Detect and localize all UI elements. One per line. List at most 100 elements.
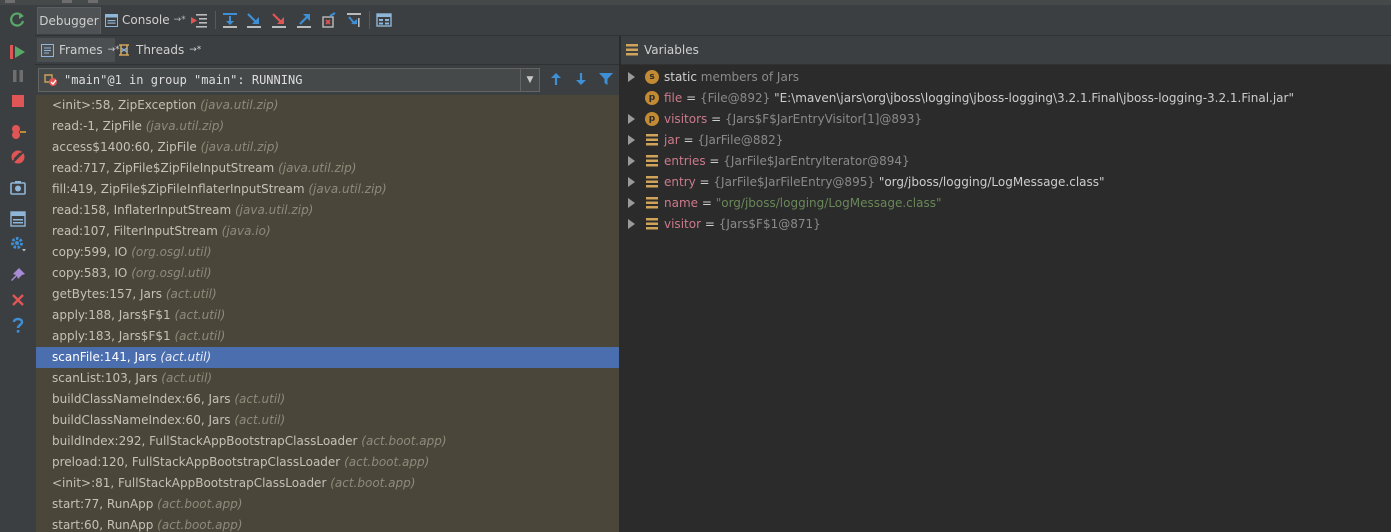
frame-row[interactable]: start:60, RunApp (act.boot.app) <box>36 515 619 532</box>
frame-row[interactable]: apply:188, Jars$F$1 (act.util) <box>36 305 619 326</box>
frame-row[interactable]: access$1400:60, ZipFile (java.util.zip) <box>36 137 619 158</box>
run-to-cursor-icon[interactable] <box>345 11 363 29</box>
frame-row[interactable]: buildClassNameIndex:60, Jars (act.util) <box>36 410 619 431</box>
frame-row[interactable]: scanFile:141, Jars (act.util) <box>36 347 619 368</box>
pin-tab-icon[interactable] <box>9 266 27 284</box>
frame-package: (java.util.zip) <box>278 161 357 175</box>
frame-method: scanList:103, Jars <box>52 371 158 385</box>
tab-debugger[interactable]: Debugger <box>37 7 101 34</box>
variable-value: "org/jboss/logging/LogMessage.class" <box>878 174 1105 189</box>
tab-debugger-label: Debugger <box>39 14 99 28</box>
help-icon[interactable] <box>9 316 27 334</box>
variable-reference: {Jars$F$JarEntryVisitor[1]@893} <box>724 111 922 126</box>
tab-console-pin: →* <box>173 15 186 25</box>
expand-arrow-icon[interactable] <box>623 176 639 187</box>
local-variable-icon <box>645 133 659 147</box>
expand-arrow-icon[interactable] <box>623 71 639 82</box>
frame-method: preload:120, FullStackAppBootstrapClassL… <box>52 455 341 469</box>
frame-method: <init>:58, ZipException <box>52 98 197 112</box>
frame-row[interactable]: buildClassNameIndex:66, Jars (act.util) <box>36 389 619 410</box>
expand-arrow-icon[interactable] <box>623 218 639 229</box>
variables-icon <box>626 44 638 56</box>
frame-row[interactable]: apply:183, Jars$F$1 (act.util) <box>36 326 619 347</box>
pause-program-icon[interactable] <box>9 67 27 85</box>
frame-method: access$1400:60, ZipFile <box>52 140 197 154</box>
frame-row[interactable]: scanList:103, Jars (act.util) <box>36 368 619 389</box>
variable-row[interactable]: jar = {JarFile@882} <box>621 129 783 150</box>
frame-row[interactable]: getBytes:157, Jars (act.util) <box>36 284 619 305</box>
variable-row[interactable]: p visitors = {Jars$F$JarEntryVisitor[1]@8… <box>621 108 922 129</box>
force-step-into-icon[interactable] <box>270 11 288 29</box>
evaluate-expression-icon[interactable] <box>375 11 393 29</box>
field-badge-icon: p <box>645 90 659 105</box>
thread-selector-dropdown[interactable]: "main"@1 in group "main": RUNNING ▼ <box>38 68 540 92</box>
stop-icon[interactable] <box>9 92 27 110</box>
frame-method: buildClassNameIndex:60, Jars <box>52 413 231 427</box>
variable-reference: {JarFile@882} <box>697 132 784 147</box>
expand-arrow-icon[interactable] <box>623 134 639 145</box>
step-into-icon[interactable] <box>245 11 263 29</box>
step-over-icon[interactable] <box>221 11 239 29</box>
expand-arrow-icon[interactable] <box>623 197 639 208</box>
variable-row[interactable]: s static members of Jars <box>621 66 799 87</box>
show-execution-point-icon[interactable] <box>190 11 208 29</box>
frame-method: <init>:81, FullStackAppBootstrapClassLoa… <box>52 476 327 490</box>
previous-frame-icon[interactable] <box>547 70 565 88</box>
step-out-icon[interactable] <box>295 11 313 29</box>
variable-row[interactable]: entries = {JarFile$JarEntryIterator@894} <box>621 150 910 171</box>
frame-package: (java.io) <box>221 224 271 238</box>
variable-badge-letter: p <box>645 111 659 126</box>
frame-row[interactable]: read:717, ZipFile$ZipFileInputStream (ja… <box>36 158 619 179</box>
tab-frames[interactable]: Frames →* <box>37 38 120 62</box>
frame-method: fill:419, ZipFile$ZipFileInflaterInputSt… <box>52 182 305 196</box>
frame-row[interactable]: preload:120, FullStackAppBootstrapClassL… <box>36 452 619 473</box>
variable-value: "org/jboss/logging/LogMessage.class" <box>715 195 942 210</box>
variable-badge-letter: s <box>645 69 659 84</box>
toolbar-separator <box>215 11 216 29</box>
frames-list: <init>:58, ZipException (java.util.zip) r… <box>36 95 619 532</box>
variable-name: file <box>664 90 683 105</box>
restore-layout-icon[interactable] <box>9 210 27 228</box>
frame-package: (org.osgl.util) <box>131 245 212 259</box>
next-frame-icon[interactable] <box>572 70 590 88</box>
field-badge-icon: p <box>645 111 659 126</box>
drop-frame-icon[interactable] <box>320 11 338 29</box>
title-strip-marker <box>5 0 15 3</box>
frame-row[interactable]: copy:599, IO (org.osgl.util) <box>36 242 619 263</box>
tab-frames-label: Frames <box>59 43 103 57</box>
chevron-down-icon[interactable]: ▼ <box>520 69 539 91</box>
frame-row[interactable]: start:77, RunApp (act.boot.app) <box>36 494 619 515</box>
filter-icon[interactable] <box>597 70 615 88</box>
variable-row[interactable]: entry = {JarFile$JarFileEntry@895} "org/… <box>621 171 1105 192</box>
rerun-icon[interactable] <box>9 11 27 29</box>
view-breakpoints-icon[interactable] <box>9 123 27 141</box>
mute-breakpoints-icon[interactable] <box>9 148 27 166</box>
frame-method: apply:183, Jars$F$1 <box>52 329 171 343</box>
tab-threads[interactable]: Threads →* <box>117 38 201 62</box>
frame-row[interactable]: read:158, InflaterInputStream (java.util… <box>36 200 619 221</box>
frame-package: (act.util) <box>234 413 286 427</box>
frame-package: (act.util) <box>174 329 226 343</box>
frame-row[interactable]: <init>:81, FullStackAppBootstrapClassLoa… <box>36 473 619 494</box>
frame-row[interactable]: buildIndex:292, FullStackAppBootstrapCla… <box>36 431 619 452</box>
get-thread-dump-icon[interactable] <box>9 179 27 197</box>
frame-row[interactable]: <init>:58, ZipException (java.util.zip) <box>36 95 619 116</box>
resume-program-icon[interactable] <box>9 43 27 61</box>
tab-console[interactable]: Console →* <box>105 7 186 33</box>
frame-method: start:60, RunApp <box>52 518 154 532</box>
local-variable-icon <box>645 217 659 231</box>
tab-console-label: Console <box>122 13 170 27</box>
frame-row[interactable]: fill:419, ZipFile$ZipFileInflaterInputSt… <box>36 179 619 200</box>
variable-equals: = <box>707 111 725 126</box>
frame-row[interactable]: read:107, FilterInputStream (java.io) <box>36 221 619 242</box>
frame-method: buildIndex:292, FullStackAppBootstrapCla… <box>52 434 358 448</box>
expand-arrow-icon[interactable] <box>623 155 639 166</box>
variable-row[interactable]: visitor = {Jars$F$1@871} <box>621 213 821 234</box>
expand-arrow-icon[interactable] <box>623 113 639 124</box>
close-icon[interactable] <box>9 291 27 309</box>
variable-row[interactable]: p file = {File@892} "E:\maven\jars\org\jb… <box>621 87 1294 108</box>
variable-row[interactable]: name = "org/jboss/logging/LogMessage.cla… <box>621 192 941 213</box>
settings-icon[interactable] <box>9 235 27 253</box>
frame-row[interactable]: copy:583, IO (org.osgl.util) <box>36 263 619 284</box>
frame-row[interactable]: read:-1, ZipFile (java.util.zip) <box>36 116 619 137</box>
